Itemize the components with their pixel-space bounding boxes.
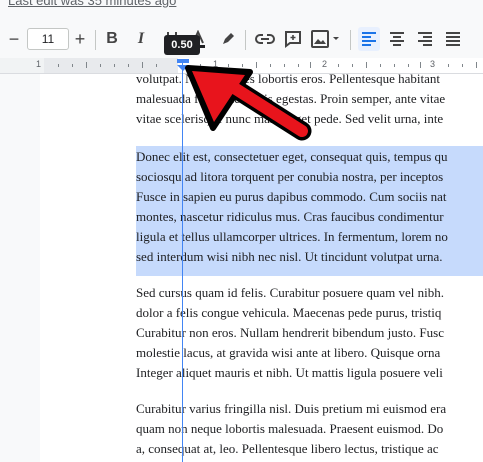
text-line: ligula et tellus ullamcorper ultrices. I… <box>136 229 448 244</box>
toolbar: − 11 + B I <box>0 20 483 58</box>
align-right-icon[interactable] <box>414 27 436 51</box>
align-center-icon[interactable] <box>386 27 408 51</box>
text-line: sociosqu ad litora torquent per conubia … <box>136 169 444 184</box>
toolbar-divider <box>95 30 96 50</box>
ruler-number: 1 <box>36 59 42 69</box>
text-line: Donec elit est, consectetuer eget, conse… <box>136 149 448 164</box>
text-line: vitae scelerisque nunc massa eget pede. … <box>136 111 444 126</box>
bold-button[interactable]: B <box>103 28 121 50</box>
text-line: montes, nascetur ridiculus mus. Cras fau… <box>136 209 444 224</box>
justify-icon[interactable] <box>442 27 464 51</box>
text-line: volutpat. Nunc ultrices lobortis eros. P… <box>136 74 440 86</box>
toolbar-divider <box>350 30 351 50</box>
text-line: malesuada fames ac turpis egestas. Proin… <box>136 91 446 106</box>
indent-guide-line <box>182 60 183 462</box>
document-gutter <box>0 74 40 462</box>
ruler-left-margin <box>44 58 178 73</box>
font-size-input[interactable]: 11 <box>27 28 69 50</box>
text-line: a, consequat at, leo. Pellentesque liber… <box>136 441 439 456</box>
increase-font-size-button[interactable]: + <box>70 29 90 49</box>
text-line: Curabitur non eros. Nullam hendrerit bib… <box>136 325 444 340</box>
ruler-number: 2 <box>322 59 328 69</box>
highlight-color-icon[interactable] <box>218 28 238 50</box>
last-edit-link[interactable]: Last edit was 35 minutes ago <box>8 0 176 8</box>
text-line: Fusce in sapien eu purus dapibus commodo… <box>136 189 447 204</box>
paragraph[interactable]: Sed cursus quam id felis. Curabitur posu… <box>136 283 483 383</box>
text-line: Sed cursus quam id felis. Curabitur posu… <box>136 285 444 300</box>
italic-button[interactable]: I <box>132 28 150 50</box>
selected-paragraph[interactable]: Donec elit est, consectetuer eget, conse… <box>136 147 483 267</box>
align-left-icon[interactable] <box>358 27 380 51</box>
add-comment-icon[interactable] <box>283 28 303 50</box>
decrease-font-size-button[interactable]: − <box>4 29 24 49</box>
text-line: quam non neque lobortis malesuada. Praes… <box>136 421 444 436</box>
text-line: sed interdum wisi nibh nec nisl. Ut tinc… <box>136 249 443 264</box>
ruler-number: 1 <box>213 59 219 69</box>
text-line: molestie lacus, at gravida wisi ante at … <box>136 345 441 360</box>
text-line: dolor a felis congue vehicula. Maecenas … <box>136 305 442 320</box>
ruler: 1 1 2 3 <box>0 58 483 74</box>
text-line: Curabitur varius fringilla nisl. Duis pr… <box>136 401 447 416</box>
document-page[interactable]: volutpat. Nunc ultrices lobortis eros. P… <box>40 74 483 462</box>
insert-image-icon[interactable] <box>310 28 342 50</box>
text-line: Integer aliquet mauris et nibh. Ut matti… <box>136 365 443 380</box>
indent-tooltip: 0.50 <box>164 35 200 55</box>
left-indent-marker[interactable] <box>176 59 190 72</box>
paragraph[interactable]: volutpat. Nunc ultrices lobortis eros. P… <box>136 74 483 129</box>
ruler-number: 3 <box>430 59 436 69</box>
insert-link-icon[interactable] <box>254 28 276 50</box>
paragraph[interactable]: Curabitur varius fringilla nisl. Duis pr… <box>136 399 483 459</box>
toolbar-divider <box>245 30 246 50</box>
